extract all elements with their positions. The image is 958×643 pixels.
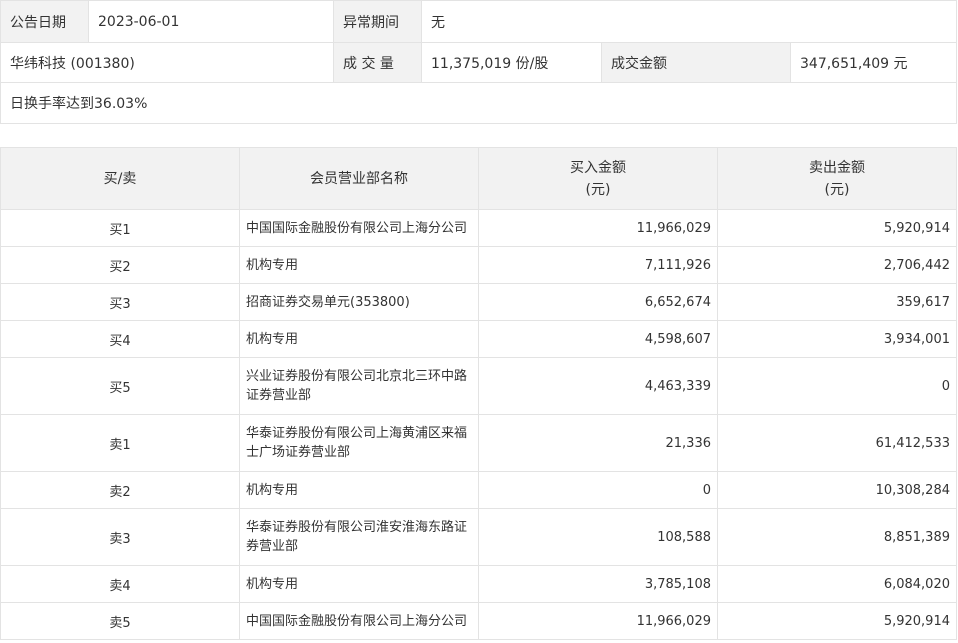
row-member: 华泰证券股份有限公司淮安淮海东路证券营业部 — [239, 508, 479, 566]
volume-value: 11,375,019 份/股 — [421, 42, 602, 83]
row-sell-amount: 5,920,914 — [717, 602, 957, 640]
table-row: 买4 机构专用 4,598,607 3,934,001 — [0, 320, 957, 358]
trading-seats-table: 买/卖 会员营业部名称 买入金额 (元) 卖出金额 (元) 买1 中国国际金融股… — [0, 147, 957, 640]
row-sell-amount: 8,851,389 — [717, 508, 957, 566]
row-side: 买2 — [0, 246, 240, 284]
table-row: 卖1 华泰证券股份有限公司上海黄浦区来福士广场证券营业部 21,336 61,4… — [0, 414, 957, 472]
abnormal-period-label: 异常期间 — [333, 0, 422, 43]
row-sell-amount: 2,706,442 — [717, 246, 957, 284]
table-row: 买3 招商证券交易单元(353800) 6,652,674 359,617 — [0, 283, 957, 321]
table-row: 卖5 中国国际金融股份有限公司上海分公司 11,966,029 5,920,91… — [0, 602, 957, 640]
row-member: 华泰证券股份有限公司上海黄浦区来福士广场证券营业部 — [239, 414, 479, 472]
listing-reason: 日换手率达到36.03% — [0, 82, 957, 124]
row-buy-amount: 21,336 — [478, 414, 718, 472]
row-buy-amount: 7,111,926 — [478, 246, 718, 284]
table-row: 买1 中国国际金融股份有限公司上海分公司 11,966,029 5,920,91… — [0, 209, 957, 247]
info-row-volume: 华纬科技 (001380) 成 交 量 11,375,019 份/股 成交金额 … — [0, 42, 957, 83]
row-sell-amount: 3,934,001 — [717, 320, 957, 358]
row-buy-amount: 4,598,607 — [478, 320, 718, 358]
table-row: 买2 机构专用 7,111,926 2,706,442 — [0, 246, 957, 284]
row-buy-amount: 11,966,029 — [478, 209, 718, 247]
header-sell-amount-unit: (元) — [824, 181, 850, 198]
table-row: 卖3 华泰证券股份有限公司淮安淮海东路证券营业部 108,588 8,851,3… — [0, 508, 957, 566]
row-sell-amount: 359,617 — [717, 283, 957, 321]
row-side: 卖2 — [0, 471, 240, 509]
row-side: 买3 — [0, 283, 240, 321]
header-buy-amount: 买入金额 (元) — [478, 147, 718, 210]
header-member: 会员营业部名称 — [239, 147, 479, 210]
row-side: 买5 — [0, 357, 240, 415]
abnormal-period-value: 无 — [421, 0, 957, 43]
row-sell-amount: 61,412,533 — [717, 414, 957, 472]
row-buy-amount: 11,966,029 — [478, 602, 718, 640]
turnover-value: 347,651,409 元 — [790, 42, 957, 83]
row-member: 机构专用 — [239, 320, 479, 358]
volume-label: 成 交 量 — [333, 42, 422, 83]
row-member: 兴业证券股份有限公司北京北三环中路证券营业部 — [239, 357, 479, 415]
table-header-row: 买/卖 会员营业部名称 买入金额 (元) 卖出金额 (元) — [0, 147, 957, 210]
row-buy-amount: 4,463,339 — [478, 357, 718, 415]
row-buy-amount: 6,652,674 — [478, 283, 718, 321]
row-sell-amount: 0 — [717, 357, 957, 415]
row-side: 卖3 — [0, 508, 240, 566]
row-member: 机构专用 — [239, 471, 479, 509]
turnover-label: 成交金额 — [601, 42, 791, 83]
announcement-date-value: 2023-06-01 — [88, 0, 334, 43]
info-row-reason: 日换手率达到36.03% — [0, 82, 957, 124]
row-sell-amount: 5,920,914 — [717, 209, 957, 247]
stock-name: 华纬科技 (001380) — [0, 42, 334, 83]
announcement-info-table: 公告日期 2023-06-01 异常期间 无 华纬科技 (001380) 成 交… — [0, 0, 957, 124]
header-side: 买/卖 — [0, 147, 240, 210]
header-sell-amount-label: 卖出金额 — [809, 159, 865, 176]
row-side: 卖4 — [0, 565, 240, 603]
table-row: 买5 兴业证券股份有限公司北京北三环中路证券营业部 4,463,339 0 — [0, 357, 957, 415]
row-buy-amount: 3,785,108 — [478, 565, 718, 603]
info-row-date: 公告日期 2023-06-01 异常期间 无 — [0, 0, 957, 43]
row-sell-amount: 6,084,020 — [717, 565, 957, 603]
row-side: 买4 — [0, 320, 240, 358]
row-member: 机构专用 — [239, 565, 479, 603]
header-sell-amount: 卖出金额 (元) — [717, 147, 957, 210]
row-buy-amount: 108,588 — [478, 508, 718, 566]
row-buy-amount: 0 — [478, 471, 718, 509]
row-sell-amount: 10,308,284 — [717, 471, 957, 509]
row-side: 买1 — [0, 209, 240, 247]
table-row: 卖4 机构专用 3,785,108 6,084,020 — [0, 565, 957, 603]
row-side: 卖5 — [0, 602, 240, 640]
row-member: 机构专用 — [239, 246, 479, 284]
header-buy-amount-unit: (元) — [585, 181, 611, 198]
row-member: 招商证券交易单元(353800) — [239, 283, 479, 321]
table-row: 卖2 机构专用 0 10,308,284 — [0, 471, 957, 509]
row-side: 卖1 — [0, 414, 240, 472]
header-buy-amount-label: 买入金额 — [570, 159, 626, 176]
row-member: 中国国际金融股份有限公司上海分公司 — [239, 602, 479, 640]
announcement-date-label: 公告日期 — [0, 0, 89, 43]
row-member: 中国国际金融股份有限公司上海分公司 — [239, 209, 479, 247]
